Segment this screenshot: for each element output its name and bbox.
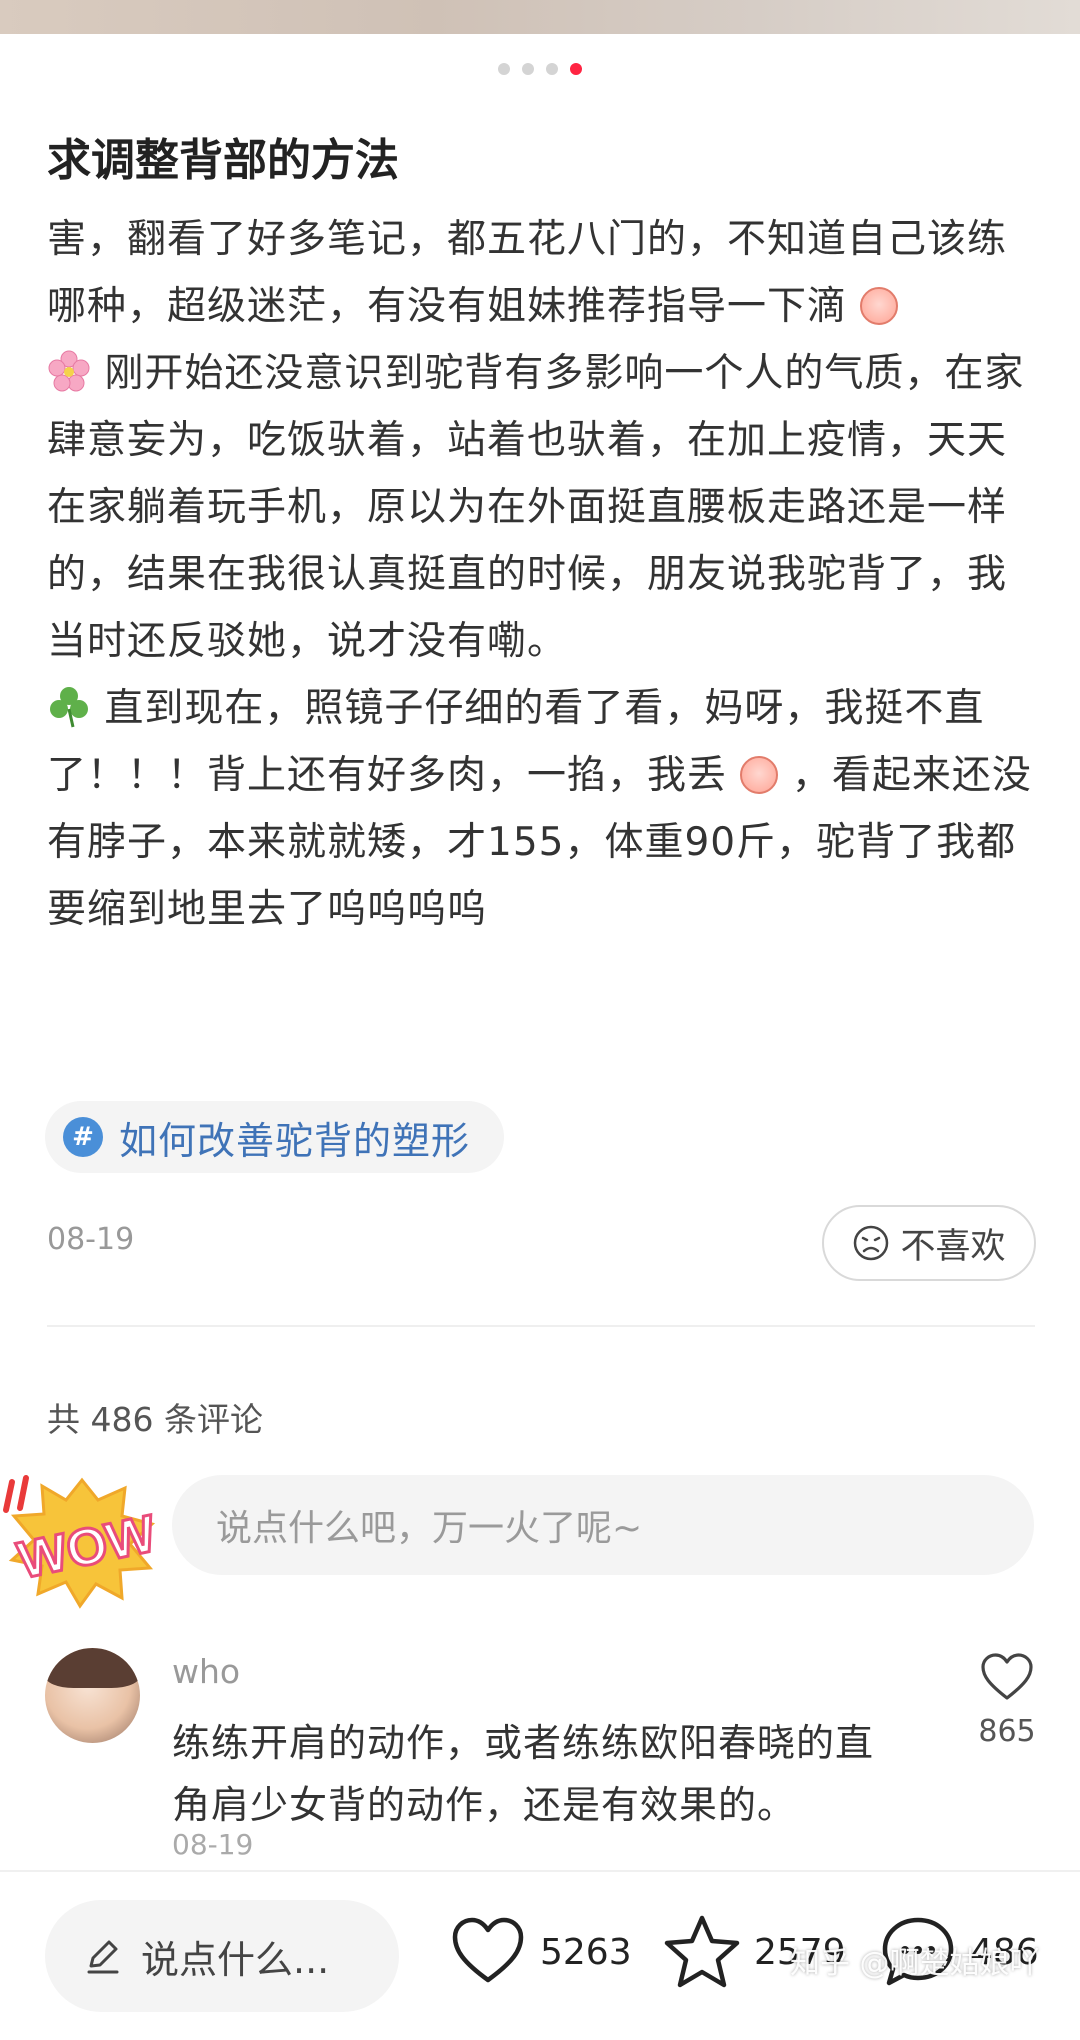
heart-outline-icon: [981, 1653, 1033, 1700]
pencil-icon: [87, 1940, 119, 1974]
post-body: 害，翻看了好多笔记，都五花八门的，不知道自己该练哪种，超级迷茫，有没有姐妹推荐指…: [47, 206, 1037, 943]
like-count: 5263: [540, 1931, 632, 1973]
topic-tag[interactable]: # 如何改善驼背的塑形: [45, 1101, 505, 1173]
carousel-dot-3: [546, 63, 558, 75]
post-title: 求调整背部的方法: [47, 135, 399, 186]
like-button[interactable]: 5263: [448, 1912, 632, 1992]
section-divider: [47, 1325, 1035, 1327]
heart-icon: [452, 1917, 524, 1983]
post-paragraph-2: 刚开始还没意识到驼背有多影响一个人的气质，在家肆意妄为，吃饭驮着，站着也驮着，在…: [47, 340, 1037, 675]
dislike-label: 不喜欢: [900, 1226, 1006, 1267]
topic-tag-label: 如何改善驼背的塑形: [119, 1118, 471, 1163]
dislike-button[interactable]: 不喜欢: [822, 1205, 1036, 1281]
star-icon: [664, 1915, 740, 1988]
post-date: 08-19: [47, 1222, 135, 1257]
hashtag-icon: #: [63, 1117, 103, 1157]
say-something-button[interactable]: 说点什么...: [45, 1900, 399, 2012]
say-something-label: 说点什么...: [141, 1937, 330, 1982]
comment-like-button[interactable]: 865: [976, 1650, 1038, 1749]
avatar[interactable]: [45, 1648, 140, 1743]
post-paragraph-1: 害，翻看了好多笔记，都五花八门的，不知道自己该练哪种，超级迷茫，有没有姐妹推荐指…: [47, 206, 1037, 340]
comment-input[interactable]: 说点什么吧，万一火了呢~: [172, 1475, 1034, 1575]
shocked-face-emoji-icon: [740, 756, 779, 794]
carousel-dot-1: [498, 63, 510, 75]
comment-count: 共 486 条评论: [47, 1400, 263, 1439]
watermark: 知乎 @啊楚姑娘吖: [790, 1946, 1040, 1981]
frown-face-icon: [854, 1225, 889, 1261]
post-paragraph-2-text: 刚开始还没意识到驼背有多影响一个人的气质，在家肆意妄为，吃饭驮着，站着也驮着，在…: [47, 351, 1025, 664]
comment-text: 练练开肩的动作，或者练练欧阳春晓的直角肩少女背的动作，还是有效果的。: [172, 1721, 875, 1827]
note-detail-page: 求调整背部的方法 害，翻看了好多笔记，都五花八门的，不知道自己该练哪种，超级迷茫…: [0, 0, 1080, 2040]
wow-sticker-avatar-icon[interactable]: WOW: [0, 1470, 165, 1610]
pleading-face-emoji-icon: [860, 287, 899, 325]
clover-icon: [50, 687, 88, 728]
avatar-hair: [45, 1648, 140, 1688]
carousel-indicator: [0, 63, 1080, 75]
post-image-bottom-edge[interactable]: [0, 0, 1080, 34]
carousel-dot-2: [522, 63, 534, 75]
comment-input-placeholder: 说点什么吧，万一火了呢~: [216, 1508, 643, 1549]
cherry-blossom-icon: [48, 350, 90, 392]
comment-username[interactable]: who: [172, 1652, 240, 1691]
post-paragraph-3: 直到现在，照镜子仔细的看了看，妈呀，我挺不直了！！！背上还有好多肉，一掐，我丢 …: [47, 675, 1037, 943]
comment-like-count: 865: [978, 1714, 1036, 1749]
comment-date: 08-19: [172, 1828, 254, 1861]
carousel-dot-4-active: [570, 63, 582, 75]
